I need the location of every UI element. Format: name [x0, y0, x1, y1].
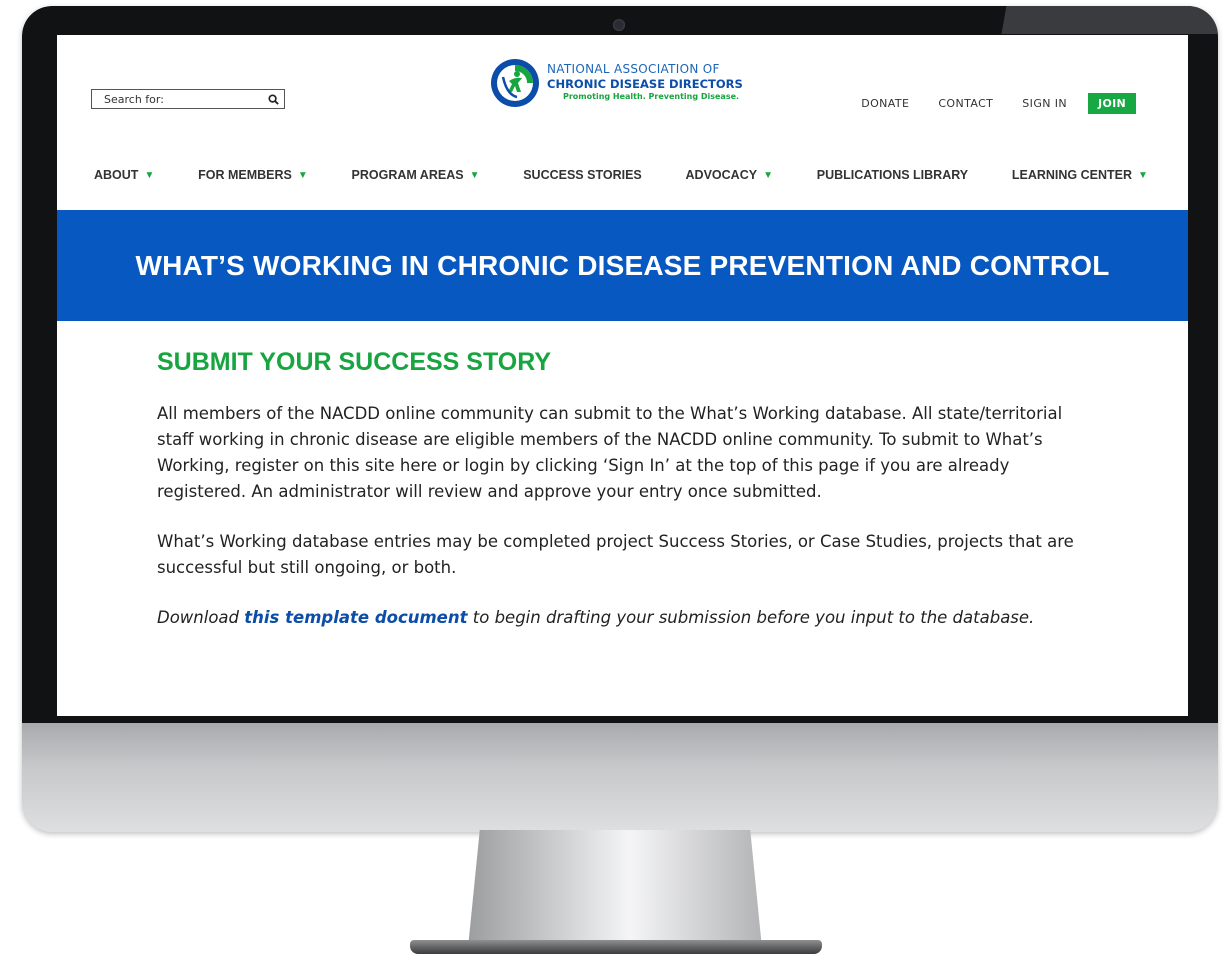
nav-item-label: LEARNING CENTER [1011, 168, 1133, 182]
search-input[interactable] [92, 90, 262, 108]
main-nav: ABOUT ▼ FOR MEMBERS ▼ PROGRAM AREAS ▼ SU… [94, 168, 1148, 182]
nav-item-label: ABOUT [94, 168, 139, 182]
caret-down-icon: ▼ [763, 169, 773, 181]
caret-down-icon: ▼ [297, 169, 308, 181]
top-links: DONATE CONTACT SIGN IN JOIN [861, 93, 1136, 114]
template-document-link[interactable]: this template document [244, 608, 467, 627]
screen: NATIONAL ASSOCIATION OF CHRONIC DISEASE … [57, 35, 1188, 716]
nav-item-program-areas[interactable]: PROGRAM AREAS ▼ [352, 168, 480, 182]
caret-down-icon: ▼ [144, 169, 155, 181]
nav-item-label: PUBLICATIONS LIBRARY [816, 168, 969, 182]
donate-link[interactable]: DONATE [861, 97, 909, 110]
monitor-stand-base [410, 940, 822, 954]
main-content: SUBMIT YOUR SUCCESS STORY All members of… [157, 348, 1077, 655]
logo-mark-icon [491, 59, 539, 107]
logo-tagline: Promoting Health. Preventing Disease. [563, 92, 740, 101]
nav-item-for-members[interactable]: FOR MEMBERS ▼ [198, 168, 308, 182]
nacdd-logo[interactable]: NATIONAL ASSOCIATION OF CHRONIC DISEASE … [487, 55, 757, 111]
nav-item-label: PROGRAM AREAS [351, 168, 464, 182]
nav-item-publications-library[interactable]: PUBLICATIONS LIBRARY [817, 168, 968, 182]
nav-item-learning-center[interactable]: LEARNING CENTER ▼ [1012, 168, 1148, 182]
download-text-before: Download [157, 608, 245, 627]
section-heading: SUBMIT YOUR SUCCESS STORY [157, 348, 552, 376]
download-paragraph: Download this template document to begin… [157, 605, 1077, 631]
nav-item-label: FOR MEMBERS [198, 168, 292, 182]
intro-paragraph: All members of the NACDD online communit… [157, 404, 1063, 501]
caret-down-icon: ▼ [1138, 169, 1148, 181]
search-icon[interactable] [262, 90, 284, 108]
search-box [91, 89, 285, 109]
entries-paragraph: What’s Working database entries may be c… [157, 532, 1074, 577]
site-header: NATIONAL ASSOCIATION OF CHRONIC DISEASE … [57, 35, 1188, 210]
camera-icon [613, 19, 625, 31]
join-button[interactable]: JOIN [1088, 93, 1136, 114]
stage: NATIONAL ASSOCIATION OF CHRONIC DISEASE … [0, 0, 1230, 956]
logo-line1: NATIONAL ASSOCIATION OF [547, 62, 720, 76]
bezel-glare [978, 6, 1218, 34]
monitor-chin [22, 723, 1218, 832]
page-banner: WHAT’S WORKING IN CHRONIC DISEASE PREVEN… [57, 210, 1188, 321]
download-text-after: to begin drafting your submission before… [467, 608, 1035, 627]
nav-item-label: ADVOCACY [685, 168, 758, 182]
nav-item-label: SUCCESS STORIES [523, 168, 642, 182]
nav-item-success-stories[interactable]: SUCCESS STORIES [523, 168, 642, 182]
caret-down-icon: ▼ [469, 169, 480, 181]
nav-item-about[interactable]: ABOUT ▼ [94, 168, 154, 182]
contact-link[interactable]: CONTACT [938, 97, 993, 110]
sign-in-link[interactable]: SIGN IN [1022, 97, 1067, 110]
page-title: WHAT’S WORKING IN CHRONIC DISEASE PREVEN… [135, 249, 1110, 281]
logo-line2: CHRONIC DISEASE DIRECTORS [547, 77, 743, 91]
nav-item-advocacy[interactable]: ADVOCACY ▼ [686, 168, 773, 182]
monitor-stand [468, 830, 762, 948]
